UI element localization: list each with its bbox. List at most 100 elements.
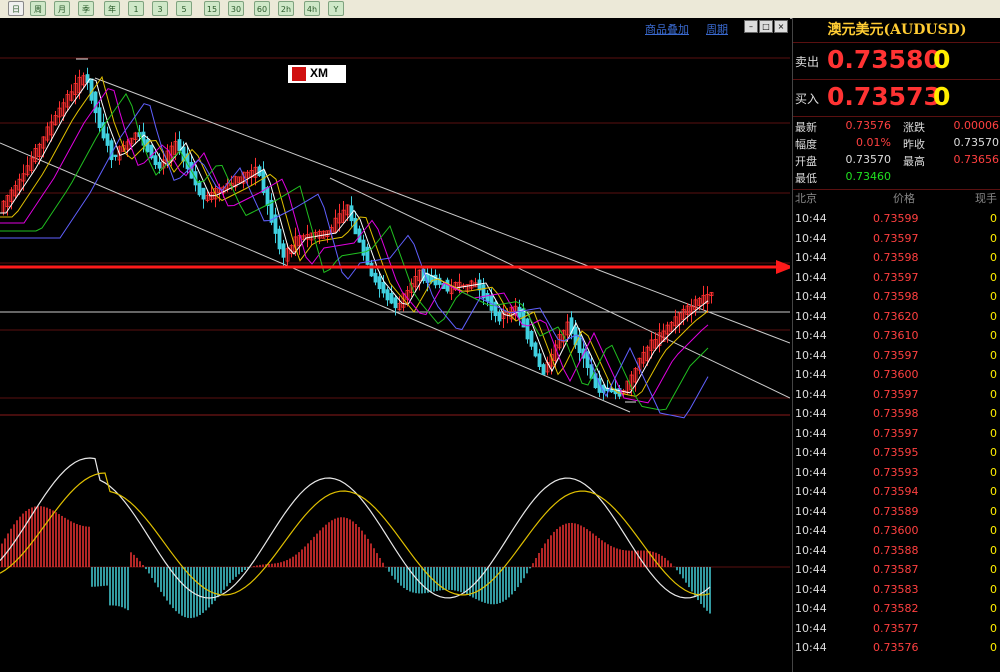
period-button-8[interactable]: 15: [204, 1, 220, 16]
prev-close-label: 昨收: [903, 138, 925, 151]
period-button-12[interactable]: 4h: [304, 1, 320, 16]
minimize-icon[interactable]: –: [744, 20, 758, 33]
candle-body: [277, 228, 282, 250]
tick-row: 10:44 0.73595 0: [793, 443, 1000, 462]
tick-volume: 0: [990, 485, 997, 498]
period-button-4[interactable]: 年: [104, 1, 120, 16]
tick-price: 0.73610: [873, 329, 919, 342]
tick-volume: 0: [990, 524, 997, 537]
period-button-11[interactable]: 2h: [278, 1, 294, 16]
tick-row: 10:44 0.73610 0: [793, 326, 1000, 345]
tick-price: 0.73598: [873, 251, 919, 264]
tick-price: 0.73582: [873, 602, 919, 615]
channel-middle: [0, 142, 631, 413]
tick-price: 0.73576: [873, 641, 919, 654]
period-button-1[interactable]: 周: [30, 1, 46, 16]
symbol-title: 澳元美元(AUDUSD): [793, 18, 1000, 43]
tick-time: 10:44: [795, 290, 827, 303]
tick-price: 0.73595: [873, 446, 919, 459]
candle-body: [537, 353, 542, 367]
candle-body: [541, 364, 546, 375]
stats-block: 最新 0.73576 涨跌 0.00006 幅度 0.01% 昨收 0.7357…: [793, 117, 1000, 190]
tick-time: 10:44: [795, 563, 827, 576]
tick-time: 10:44: [795, 407, 827, 420]
tick-row: 10:44 0.73598 0: [793, 248, 1000, 267]
candle-body: [157, 161, 162, 169]
tick-row: 10:44 0.73589 0: [793, 502, 1000, 521]
tick-price: 0.73599: [873, 212, 919, 225]
channel-upper: [94, 77, 790, 344]
tick-price: 0.73597: [873, 426, 919, 440]
period-button-5[interactable]: 1: [128, 1, 144, 16]
tick-price: 0.73588: [873, 543, 919, 557]
candle-body: [369, 262, 374, 277]
high-value: 0.73656: [953, 153, 1000, 166]
tick-time: 10:44: [795, 212, 827, 225]
tick-price: 0.73598: [873, 290, 919, 303]
quote-panel: 澳元美元(AUDUSD) 卖出 0.73580 0 买入 0.73573 0 最…: [792, 18, 1000, 672]
tick-time: 10:44: [795, 602, 827, 615]
tick-volume: 0: [990, 290, 997, 303]
period-button-9[interactable]: 30: [228, 1, 244, 16]
tick-row: 10:44 0.73620 0: [793, 307, 1000, 326]
tick-time: 10:44: [795, 270, 827, 284]
tick-row: 10:44 0.73599 0: [793, 209, 1000, 228]
tick-volume: 0: [990, 582, 997, 596]
restore-icon[interactable]: □: [759, 20, 773, 33]
tick-volume: 0: [990, 251, 997, 264]
tick-price: 0.73593: [873, 465, 919, 479]
amp-label: 幅度: [795, 138, 817, 151]
tick-time: 10:44: [795, 621, 827, 635]
kline-chart-canvas[interactable]: [0, 18, 790, 672]
period-toolbar: 日周月季年 1 3 5 15 30 60 2h 4h Y: [0, 0, 1000, 19]
prev-close-value: 0.73570: [953, 136, 1000, 149]
tick-volume: 0: [990, 504, 997, 518]
candle-body: [609, 389, 614, 393]
tick-time: 10:44: [795, 368, 827, 381]
candle-body: [97, 107, 102, 129]
candle-body: [113, 154, 118, 158]
tick-row: 10:44 0.73597 0: [793, 385, 1000, 404]
candle-body: [197, 181, 202, 196]
open-label: 开盘: [795, 155, 817, 168]
period-button-3[interactable]: 季: [78, 1, 94, 16]
candle-body: [373, 272, 378, 283]
kline-chart[interactable]: 商品叠加 周期 – □ × XM: [0, 18, 790, 672]
sell-row[interactable]: 卖出 0.73580 0: [793, 43, 1000, 80]
change-label: 涨跌: [903, 121, 925, 134]
period-button-13[interactable]: Y: [328, 1, 344, 16]
tick-volume: 0: [990, 387, 997, 401]
window-controls: – □ ×: [744, 20, 788, 33]
tick-price: 0.73600: [873, 368, 919, 381]
ticks-list[interactable]: 10:44 0.73599 0 10:44 0.73597 0 10:44 0.73598 0 1…: [793, 209, 1000, 672]
tick-time: 10:44: [795, 251, 827, 264]
close-icon[interactable]: ×: [774, 20, 788, 33]
period-button-7[interactable]: 5: [176, 1, 192, 16]
tick-price: 0.73577: [873, 621, 919, 635]
tick-volume: 0: [990, 348, 997, 362]
cycle-menu-link[interactable]: 周期: [706, 21, 728, 37]
low-label: 最低: [795, 172, 817, 185]
tick-row: 10:44 0.73576 0: [793, 638, 1000, 657]
candle-body: [493, 301, 498, 317]
period-button-10[interactable]: 60: [254, 1, 270, 16]
period-button-0[interactable]: 日: [8, 1, 24, 16]
tick-row: 10:44 0.73588 0: [793, 541, 1000, 560]
latest-label: 最新: [795, 121, 817, 134]
change-value: 0.00006: [953, 119, 1000, 132]
buy-label: 买入: [795, 92, 820, 106]
candle-body: [201, 187, 206, 200]
candle-body: [377, 276, 382, 290]
candle-body: [89, 78, 94, 101]
tick-row: 10:44 0.73600 0: [793, 365, 1000, 384]
period-button-2[interactable]: 月: [54, 1, 70, 16]
tick-volume: 0: [990, 602, 997, 615]
tick-time: 10:44: [795, 504, 827, 518]
candle-body: [265, 187, 270, 207]
period-button-6[interactable]: 3: [152, 1, 168, 16]
sell-tail: 0: [933, 45, 951, 74]
high-label: 最高: [903, 155, 925, 168]
tick-time: 10:44: [795, 485, 827, 498]
buy-row[interactable]: 买入 0.73573 0: [793, 80, 1000, 117]
overlay-menu-link[interactable]: 商品叠加: [645, 21, 689, 37]
